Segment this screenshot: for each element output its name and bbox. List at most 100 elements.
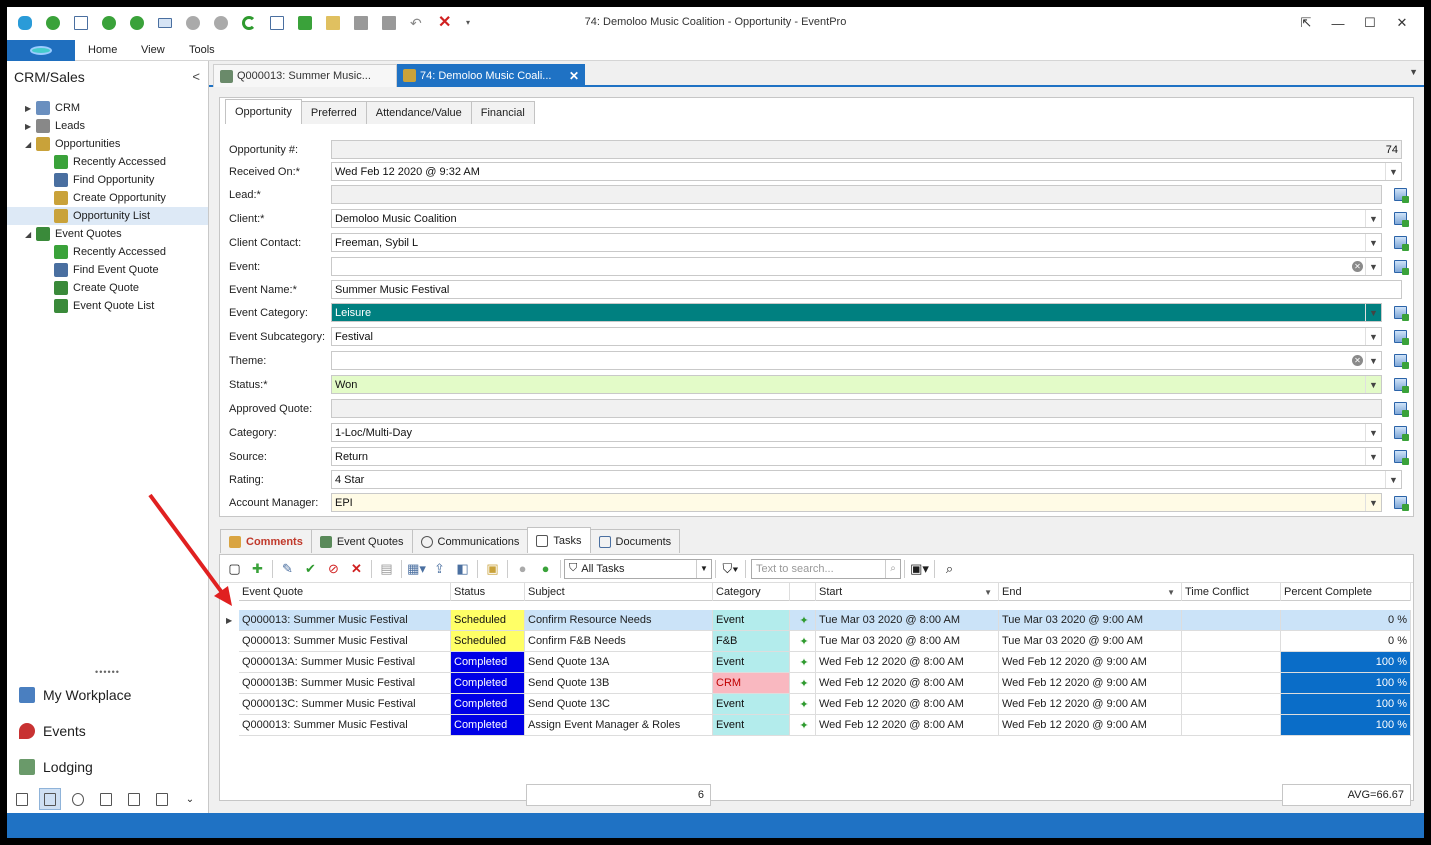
save-layout-icon[interactable]: ▣▾ [908, 559, 931, 579]
chevron-down-icon[interactable]: ▼ [1365, 352, 1381, 369]
chevron-down-icon[interactable]: ▼ [1385, 471, 1401, 488]
tab-comments[interactable]: Comments [220, 529, 312, 553]
doc-tab-quote[interactable]: Q000013: Summer Music... [213, 64, 397, 87]
tab-preferred[interactable]: Preferred [300, 101, 367, 124]
field-input[interactable]: ✕ ▼ [331, 257, 1382, 276]
tree-item[interactable]: Event Quote List [7, 297, 208, 315]
column-header[interactable]: Time Conflict [1182, 583, 1281, 601]
column-header[interactable]: Category [713, 583, 790, 601]
lookup-edit-icon[interactable] [1391, 423, 1409, 442]
chevron-down-icon[interactable]: ▼ [1365, 258, 1381, 275]
pin-icon[interactable]: ⇱ [1290, 13, 1322, 33]
tree-item[interactable]: Create Quote [7, 279, 208, 297]
nav-my-workplace[interactable]: My Workplace [19, 687, 131, 703]
tree-item[interactable]: ◢ Opportunities [7, 135, 208, 153]
application-menu-button[interactable] [7, 40, 75, 61]
sort-icon[interactable]: ▼ [984, 588, 992, 597]
tree-item[interactable]: Recently Accessed [7, 153, 208, 171]
lookup-edit-icon[interactable] [1391, 233, 1409, 252]
clipboard-icon[interactable]: ▣ [481, 559, 504, 579]
add-task-icon[interactable]: ✚ [246, 559, 269, 579]
field-input[interactable]: Won ▼ [331, 375, 1382, 394]
column-header[interactable]: Start ▼ [816, 583, 999, 601]
chevron-down-icon[interactable]: ▼ [1365, 328, 1381, 345]
lookup-edit-icon[interactable] [1391, 375, 1409, 394]
edit-icon[interactable]: ✎ [276, 559, 299, 579]
tab-list-dropdown-icon[interactable]: ▼ [1409, 67, 1418, 77]
field-input[interactable]: Demoloo Music Coalition ▼ [331, 209, 1382, 228]
down-icon[interactable]: ● [534, 559, 557, 579]
task-search-input[interactable]: Text to search... ⌕ [751, 558, 901, 579]
report-icon[interactable]: ◧ [451, 559, 474, 579]
table-row[interactable]: Q000013: Summer Music Festival Scheduled C… [239, 610, 1411, 631]
export-icon[interactable]: ⇪ [428, 559, 451, 579]
field-input[interactable]: Return ▼ [331, 447, 1382, 466]
column-header[interactable]: Status [451, 583, 525, 601]
crm-module-icon[interactable] [39, 788, 61, 810]
doc-tab-opportunity[interactable]: 74: Demoloo Music Coali... ✕ [397, 64, 585, 87]
up-icon[interactable]: ● [511, 559, 534, 579]
lookup-edit-icon[interactable] [1391, 257, 1409, 276]
column-header[interactable]: Subject [525, 583, 713, 601]
column-header[interactable]: Event Quote [239, 583, 451, 601]
maximize-button[interactable]: ☐ [1354, 13, 1386, 33]
field-input[interactable]: ✕ ▼ [331, 351, 1382, 370]
nav-events[interactable]: Events [19, 723, 86, 739]
clipboard-icon[interactable] [95, 788, 117, 810]
column-header[interactable]: End ▼ [999, 583, 1182, 601]
tab-documents[interactable]: Documents [589, 529, 681, 553]
field-input[interactable]: Summer Music Festival [331, 280, 1402, 299]
print-icon[interactable]: ▤ [375, 559, 398, 579]
field-input[interactable]: 1-Loc/Multi-Day ▼ [331, 423, 1382, 442]
tree-item[interactable]: Recently Accessed [7, 243, 208, 261]
table-row[interactable]: Q000013A: Summer Music Festival Completed… [239, 652, 1411, 673]
tree-item[interactable]: Opportunity List [7, 207, 208, 225]
find-icon[interactable]: ⌕ [938, 559, 961, 579]
expand-toggle-icon[interactable]: ◢ [25, 140, 35, 149]
minimize-button[interactable]: — [1322, 13, 1354, 33]
lookup-edit-icon[interactable] [1391, 303, 1409, 322]
tree-item[interactable]: ▶ CRM [7, 99, 208, 117]
table-row[interactable]: Q000013: Summer Music Festival Scheduled C… [239, 631, 1411, 652]
delete-icon[interactable]: ✕ [345, 559, 368, 579]
expand-toggle-icon[interactable]: ▶ [25, 122, 35, 131]
nav-lodging[interactable]: Lodging [19, 759, 93, 775]
column-header[interactable]: Percent Complete [1281, 583, 1411, 601]
lookup-edit-icon[interactable] [1391, 399, 1409, 418]
sort-icon[interactable]: ▼ [1167, 588, 1175, 597]
funnel-icon[interactable]: ⛉▾ [719, 559, 742, 579]
clear-icon[interactable]: ✕ [1352, 261, 1363, 272]
close-tab-icon[interactable]: ✕ [569, 69, 579, 83]
chevron-down-icon[interactable]: ▼ [1365, 494, 1381, 511]
complete-icon[interactable]: ✔ [299, 559, 322, 579]
field-input[interactable]: 4 Star ▼ [331, 470, 1402, 489]
more-modules-icon[interactable]: ⌄ [179, 788, 201, 810]
field-input[interactable]: Festival ▼ [331, 327, 1382, 346]
clear-icon[interactable]: ✕ [1352, 355, 1363, 366]
chevron-down-icon[interactable]: ▼ [1385, 163, 1401, 180]
calculator-icon[interactable] [123, 788, 145, 810]
tab-attendance-value[interactable]: Attendance/Value [365, 101, 472, 124]
field-input[interactable]: Wed Feb 12 2020 @ 9:32 AM ▼ [331, 162, 1402, 181]
module-icon[interactable] [11, 788, 33, 810]
lookup-edit-icon[interactable] [1391, 493, 1409, 512]
chevron-down-icon[interactable]: ▼ [1365, 424, 1381, 441]
chevron-down-icon[interactable]: ▼ [1365, 234, 1381, 251]
view-options-icon[interactable]: ▦▾ [405, 559, 428, 579]
close-window-button[interactable]: ✕ [1386, 13, 1418, 33]
ribbon-tab-home[interactable]: Home [88, 44, 117, 56]
search-icon[interactable]: ⌕ [885, 559, 900, 578]
tree-item[interactable]: Find Opportunity [7, 171, 208, 189]
tab-opportunity[interactable]: Opportunity [225, 99, 302, 124]
column-header[interactable] [790, 583, 816, 601]
task-filter-select[interactable]: ⛉ All Tasks ▼ [564, 558, 712, 579]
table-row[interactable]: Q000013C: Summer Music Festival Completed… [239, 694, 1411, 715]
expand-toggle-icon[interactable]: ◢ [25, 230, 35, 239]
new-task-icon[interactable]: ▢ [223, 559, 246, 579]
tree-item[interactable]: Find Event Quote [7, 261, 208, 279]
tab-tasks[interactable]: Tasks [527, 527, 591, 553]
ribbon-tab-tools[interactable]: Tools [189, 44, 215, 56]
field-input[interactable]: Freeman, Sybil L ▼ [331, 233, 1382, 252]
tree-item[interactable]: Create Opportunity [7, 189, 208, 207]
tab-financial[interactable]: Financial [470, 101, 535, 124]
